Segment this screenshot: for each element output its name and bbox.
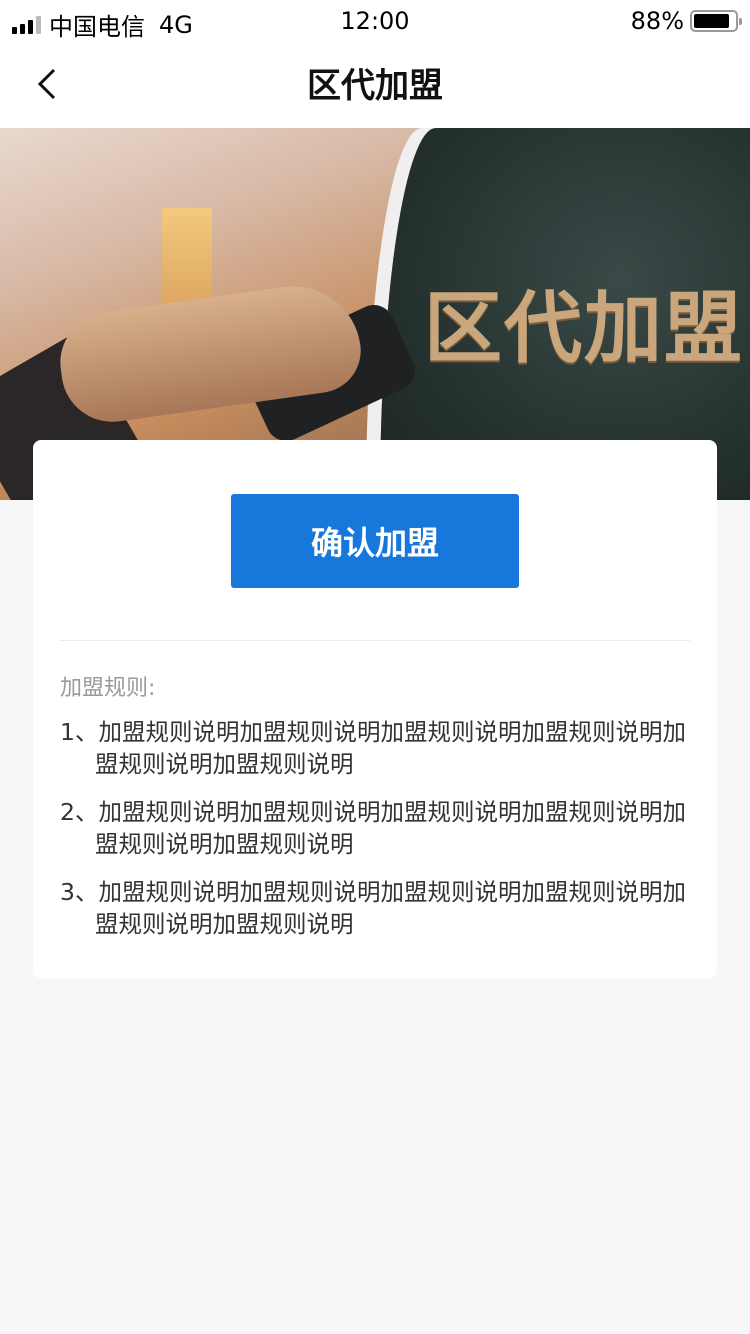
rule-item: 2、加盟规则说明加盟规则说明加盟规则说明加盟规则说明加盟规则说明加盟规则说明 <box>60 798 686 858</box>
rules-list: 1、加盟规则说明加盟规则说明加盟规则说明加盟规则说明加盟规则说明加盟规则说明 2… <box>60 716 700 956</box>
confirm-join-button[interactable]: 确认加盟 <box>231 494 519 588</box>
banner-logo-text: 区代加盟 <box>424 284 745 374</box>
divider <box>60 640 690 641</box>
join-card: 确认加盟 加盟规则: 1、加盟规则说明加盟规则说明加盟规则说明加盟规则说明加盟规… <box>33 440 717 978</box>
rule-item: 3、加盟规则说明加盟规则说明加盟规则说明加盟规则说明加盟规则说明加盟规则说明 <box>60 878 686 938</box>
page-title: 区代加盟 <box>307 66 443 106</box>
battery-icon <box>690 10 742 32</box>
status-bar: 中国电信 4G 12:00 88% <box>0 0 750 41</box>
battery-percent: 88% <box>630 7 684 35</box>
rules-title: 加盟规则: <box>60 676 156 701</box>
nav-bar: 区代加盟 <box>0 40 750 128</box>
rule-item: 1、加盟规则说明加盟规则说明加盟规则说明加盟规则说明加盟规则说明加盟规则说明 <box>60 718 686 778</box>
